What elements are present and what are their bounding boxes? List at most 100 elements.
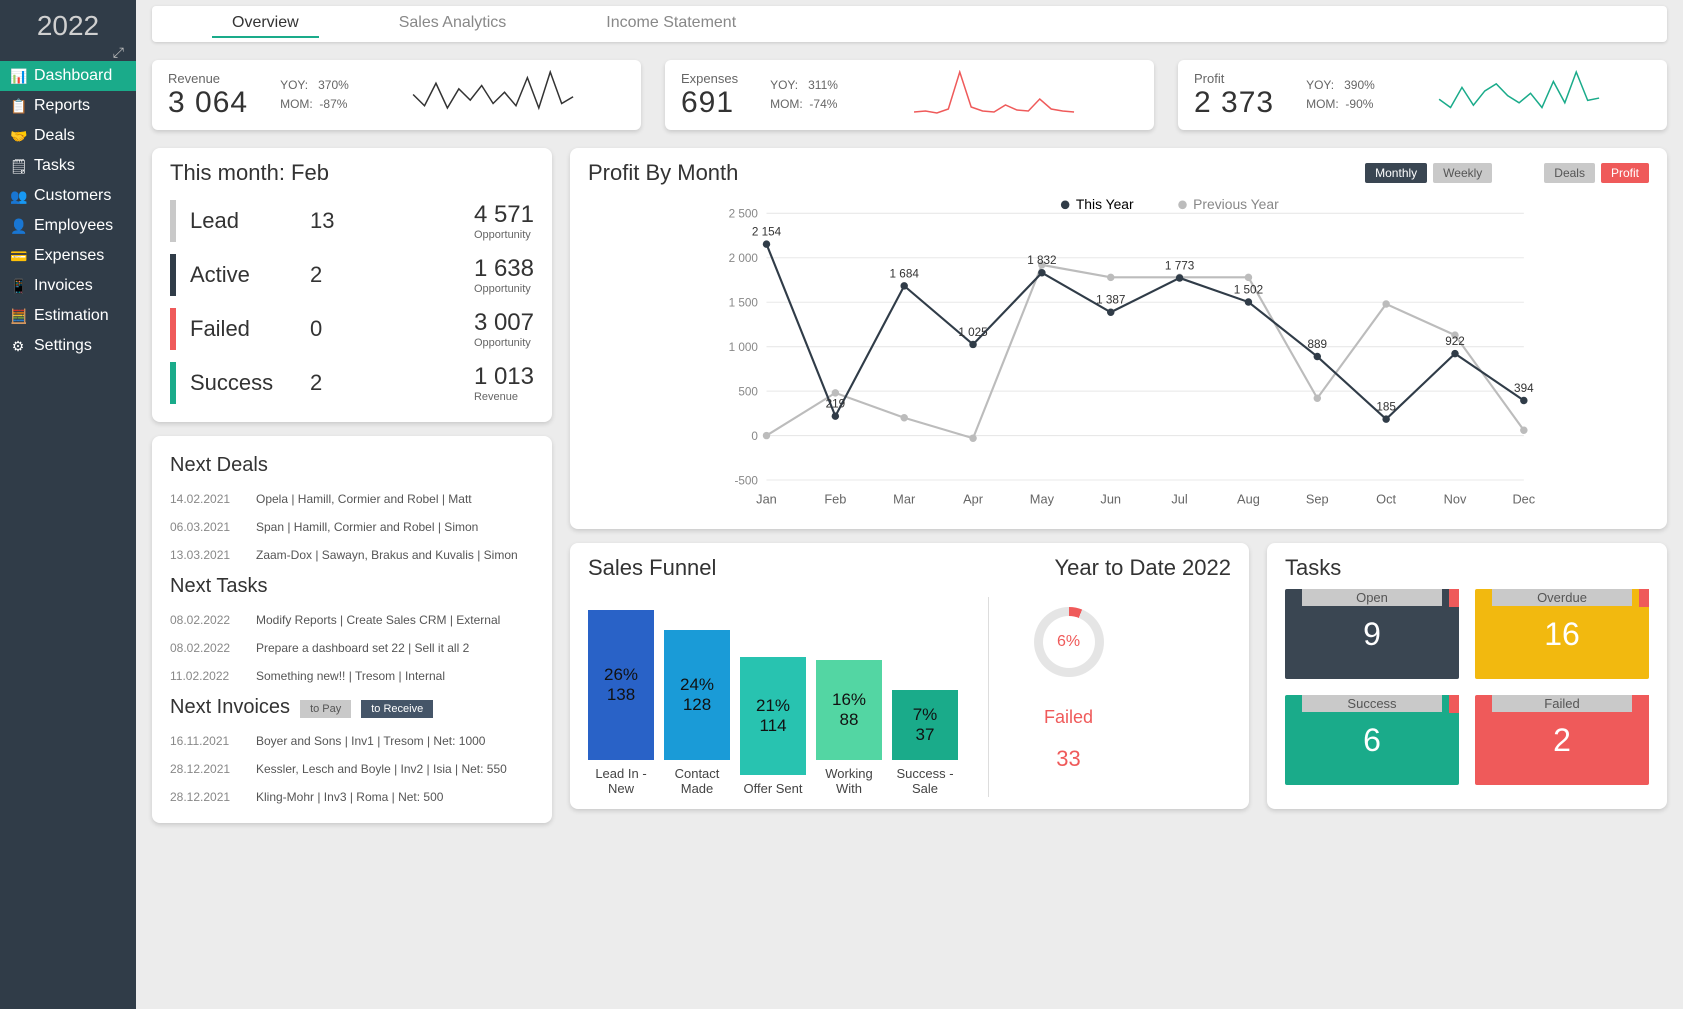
invoices-icon: 📱 (10, 278, 26, 295)
svg-text:Jun: Jun (1100, 491, 1121, 506)
next-tasks-title: Next Tasks (170, 575, 534, 598)
stat-active: Active21 638Opportunity (170, 248, 534, 302)
svg-text:922: 922 (1445, 335, 1465, 348)
next-deals-title: Next Deals (170, 454, 534, 477)
profit-chart-title: Profit By Month (588, 160, 738, 186)
list-item[interactable]: 16.11.2021Boyer and Sons | Inv1 | Tresom… (170, 727, 534, 755)
list-item[interactable]: 06.03.2021Span | Hamill, Cormier and Rob… (170, 513, 534, 541)
failed-donut: 6% (1034, 607, 1104, 677)
task-tile-open[interactable]: Open9 (1285, 589, 1459, 679)
sparkline-icon (361, 70, 625, 120)
svg-text:Dec: Dec (1512, 491, 1535, 506)
nav-dashboard[interactable]: 📊Dashboard (0, 61, 136, 91)
toggle-profit[interactable]: Profit (1601, 163, 1649, 183)
list-item[interactable]: 28.12.2021Kling-Mohr | Inv3 | Roma | Net… (170, 783, 534, 811)
failed-pct: 6% (1043, 616, 1095, 668)
svg-text:1 773: 1 773 (1165, 259, 1194, 272)
to-pay-pill[interactable]: to Pay (300, 700, 351, 718)
nav-estimation[interactable]: 🧮Estimation (0, 301, 136, 331)
svg-text:500: 500 (738, 385, 758, 398)
tab-overview[interactable]: Overview (212, 10, 319, 38)
sparkline-icon (850, 70, 1138, 120)
funnel-panel: Sales Funnel Year to Date 2022 26%138Lea… (570, 543, 1249, 809)
sparkline-icon (1387, 70, 1651, 120)
main: OverviewSales AnalyticsIncome Statement … (136, 0, 1683, 1009)
funnel-title: Sales Funnel (588, 555, 716, 581)
svg-text:1 684: 1 684 (890, 267, 920, 280)
stat-success: Success21 013Revenue (170, 356, 534, 410)
list-item[interactable]: 28.12.2021Kessler, Lesch and Boyle | Inv… (170, 755, 534, 783)
svg-text:Aug: Aug (1237, 491, 1260, 506)
list-item[interactable]: 08.02.2022Prepare a dashboard set 22 | S… (170, 634, 534, 662)
nav-employees[interactable]: 👤Employees (0, 211, 136, 241)
funnel-bar: 26%138Lead In - New (588, 610, 654, 797)
funnel-bar: 21%114Offer Sent (740, 657, 806, 797)
tasks-panel: Tasks Open9Overdue16Success6Failed2 (1267, 543, 1667, 809)
task-tile-failed[interactable]: Failed2 (1475, 695, 1649, 785)
funnel-bar: 16%88Working With (816, 660, 882, 797)
task-tile-overdue[interactable]: Overdue16 (1475, 589, 1649, 679)
svg-text:Oct: Oct (1376, 491, 1396, 506)
svg-text:1 832: 1 832 (1027, 254, 1056, 267)
task-tile-success[interactable]: Success6 (1285, 695, 1459, 785)
kpi-revenue: Revenue3 064YOY: 370%MOM: -87% (152, 60, 641, 130)
stat-lead: Lead134 571Opportunity (170, 194, 534, 248)
next-invoices-title: Next Invoices (170, 696, 290, 719)
tasks-icon: 🗒 (10, 158, 26, 175)
svg-text:1 000: 1 000 (729, 341, 759, 354)
list-item[interactable]: 08.02.2022Modify Reports | Create Sales … (170, 606, 534, 634)
svg-text:-500: -500 (734, 474, 758, 487)
failed-label: Failed (1019, 707, 1118, 728)
svg-text:1 500: 1 500 (729, 296, 759, 309)
customers-icon: 👥 (10, 188, 26, 205)
tabs: Overview Sales Analytics Income Statement (152, 6, 1667, 42)
employees-icon: 👤 (10, 218, 26, 235)
next-panel: Next Deals 14.02.2021Opela | Hamill, Cor… (152, 436, 552, 823)
toggle-monthly[interactable]: Monthly (1365, 163, 1427, 183)
expenses-icon: 💳 (10, 248, 26, 265)
svg-text:Jan: Jan (756, 491, 777, 506)
nav-invoices[interactable]: 📱Invoices (0, 271, 136, 301)
nav-reports[interactable]: 📋Reports (0, 91, 136, 121)
nav-settings[interactable]: ⚙Settings (0, 331, 136, 361)
funnel-failed: 6% Failed 33 (988, 597, 1118, 797)
svg-text:2 154: 2 154 (752, 226, 782, 239)
svg-text:394: 394 (1514, 382, 1534, 395)
dashboard-icon: 📊 (10, 68, 26, 85)
list-item[interactable]: 13.03.2021Zaam-Dox | Sawayn, Brakus and … (170, 541, 534, 569)
svg-text:185: 185 (1376, 401, 1396, 414)
svg-text:219: 219 (826, 398, 846, 411)
svg-text:May: May (1030, 491, 1055, 506)
funnel-bar: 24%128Contact Made (664, 630, 730, 797)
toggle-weekly[interactable]: Weekly (1433, 163, 1492, 183)
svg-text:Sep: Sep (1306, 491, 1329, 506)
svg-text:Jul: Jul (1171, 491, 1187, 506)
svg-text:1 502: 1 502 (1234, 284, 1263, 297)
reports-icon: 📋 (10, 98, 26, 115)
year-label: 2022 (0, 0, 136, 44)
svg-text:0: 0 (751, 430, 758, 443)
stat-failed: Failed03 007Opportunity (170, 302, 534, 356)
this-month-panel: This month: Feb Lead134 571OpportunityAc… (152, 148, 552, 422)
svg-text:Previous Year: Previous Year (1193, 196, 1279, 212)
svg-text:Mar: Mar (893, 491, 916, 506)
nav-deals[interactable]: 🤝Deals (0, 121, 136, 151)
failed-count: 33 (1019, 746, 1118, 772)
expand-icon[interactable]: ⤢ (0, 44, 136, 61)
to-receive-pill[interactable]: to Receive (361, 700, 433, 718)
profit-chart-panel: Profit By Month Monthly Weekly Deals Pro… (570, 148, 1667, 529)
kpi-profit: Profit2 373YOY: 390%MOM: -90% (1178, 60, 1667, 130)
nav-expenses[interactable]: 💳Expenses (0, 241, 136, 271)
list-item[interactable]: 11.02.2022Something new!! | Tresom | Int… (170, 662, 534, 690)
svg-text:1 387: 1 387 (1096, 294, 1125, 307)
settings-icon: ⚙ (10, 338, 26, 355)
svg-text:889: 889 (1308, 338, 1328, 351)
tab-sales-analytics[interactable]: Sales Analytics (379, 10, 527, 38)
tasks-title: Tasks (1285, 555, 1649, 581)
nav-tasks[interactable]: 🗒Tasks (0, 151, 136, 181)
list-item[interactable]: 14.02.2021Opela | Hamill, Cormier and Ro… (170, 485, 534, 513)
toggle-deals[interactable]: Deals (1544, 163, 1595, 183)
nav-customers[interactable]: 👥Customers (0, 181, 136, 211)
estimation-icon: 🧮 (10, 308, 26, 325)
tab-income-statement[interactable]: Income Statement (586, 10, 756, 38)
